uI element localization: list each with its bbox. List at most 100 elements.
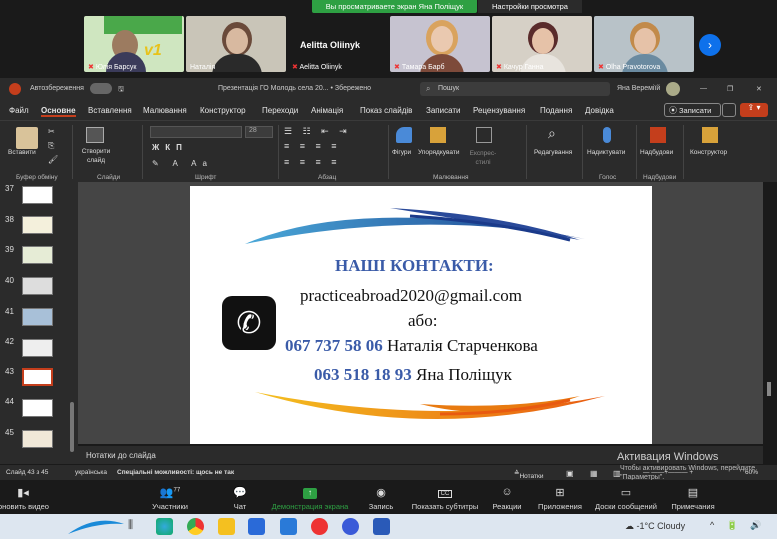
document-title[interactable]: Презентація ГО Молодь села 20... • Збере… bbox=[218, 85, 371, 92]
slide-thumbnail[interactable] bbox=[22, 339, 53, 357]
editing-button[interactable]: Редагування bbox=[534, 149, 572, 156]
arrange-icon[interactable] bbox=[430, 127, 446, 143]
font-size-select[interactable]: 28 bbox=[245, 126, 273, 138]
tab-file[interactable]: Файл bbox=[9, 106, 29, 115]
paste-button[interactable]: Вставити bbox=[8, 149, 36, 156]
notes-button[interactable]: ▤ Примечания bbox=[668, 486, 718, 511]
font-name-select[interactable] bbox=[150, 126, 242, 138]
designer-button[interactable]: Конструктор bbox=[690, 149, 727, 156]
slide-thumbnail[interactable] bbox=[22, 308, 53, 326]
notes-toggle[interactable]: ≙ Нотатки bbox=[514, 469, 543, 480]
share-screen-button[interactable]: ↑ Демонстрация экрана bbox=[268, 486, 352, 511]
bullets-icons[interactable]: ☰ ☷ ⇤ ⇥ bbox=[284, 126, 351, 137]
tab-transitions[interactable]: Переходи bbox=[262, 106, 298, 115]
accessibility-status[interactable]: Спеціальні можливості: щось не так bbox=[117, 469, 234, 476]
view-settings-button[interactable]: Настройки просмотра bbox=[478, 0, 582, 13]
word-icon[interactable] bbox=[373, 518, 390, 535]
chrome-icon[interactable] bbox=[187, 518, 204, 535]
language-indicator[interactable]: українська bbox=[75, 469, 107, 476]
quick-styles-icon[interactable] bbox=[476, 127, 492, 143]
video-tile-4[interactable]: ✖ Тамара Барб bbox=[390, 16, 490, 72]
tab-insert[interactable]: Вставлення bbox=[88, 106, 132, 115]
share-button[interactable]: ⇪ ▾ bbox=[740, 103, 768, 117]
video-tile-3[interactable]: Aelitta Oliinyk ✖ Aelitta Oliinyk bbox=[288, 16, 388, 72]
minimize-icon[interactable]: — bbox=[700, 85, 707, 92]
save-icon[interactable]: 🖫 bbox=[118, 85, 124, 96]
avatar[interactable] bbox=[666, 82, 680, 96]
captions-button[interactable]: CC Показать субтитры bbox=[408, 486, 482, 511]
tab-record[interactable]: Записати bbox=[426, 106, 461, 115]
normal-view-icon[interactable]: ▣ bbox=[566, 469, 574, 478]
participants-button[interactable]: 👥77 Участники bbox=[148, 486, 192, 511]
tab-view[interactable]: Подання bbox=[540, 106, 572, 115]
video-button[interactable]: ▮◂ оновить видео bbox=[0, 486, 49, 511]
quick-styles-button[interactable]: Експрес-стилі bbox=[468, 149, 498, 167]
tab-slideshow[interactable]: Показ слайдів bbox=[360, 106, 412, 115]
tab-design[interactable]: Конструктор bbox=[200, 106, 246, 115]
apps-button[interactable]: ⊞ Приложения bbox=[535, 486, 585, 511]
canvas-scrollbar[interactable] bbox=[767, 382, 771, 396]
close-icon[interactable]: ✕ bbox=[756, 85, 762, 93]
microphone-icon[interactable] bbox=[603, 127, 611, 143]
slide-thumbnail[interactable] bbox=[22, 430, 53, 448]
weather-widget[interactable]: ☁ -1°C Cloudy bbox=[625, 521, 685, 532]
record-button[interactable]: ⦿ Записати bbox=[664, 103, 721, 117]
system-tray-icons[interactable]: ^ 🔋 🔊 bbox=[710, 520, 767, 531]
store-icon[interactable] bbox=[248, 518, 265, 535]
new-slide-button[interactable]: Створити слайд bbox=[80, 147, 112, 165]
addins-icon[interactable] bbox=[650, 127, 666, 143]
font-format-icons[interactable]: ЖКП bbox=[152, 143, 188, 152]
addins-button[interactable]: Надбудови bbox=[640, 149, 673, 156]
sorter-view-icon[interactable]: ▦ bbox=[590, 469, 598, 478]
search-box[interactable]: ⌕ Пошук bbox=[420, 82, 610, 96]
task-view-icon[interactable]: ⫼ bbox=[128, 519, 133, 532]
copy-icon[interactable]: ⎘ bbox=[48, 141, 54, 151]
editing-search-icon[interactable]: ⌕ bbox=[548, 125, 556, 142]
user-name[interactable]: Яна Вереміїй bbox=[617, 85, 660, 92]
thumbnail-scrollbar[interactable] bbox=[70, 402, 74, 452]
shapes-icon[interactable] bbox=[396, 127, 412, 143]
new-slide-icon[interactable] bbox=[86, 127, 104, 143]
slide-thumbnail[interactable] bbox=[22, 216, 53, 234]
ppt-title-bar: Автозбереження 🖫 Презентація ГО Молодь с… bbox=[0, 78, 777, 100]
tab-help[interactable]: Довідка bbox=[585, 106, 614, 115]
video-tile-2[interactable]: Наталія bbox=[186, 16, 286, 72]
opera-icon[interactable] bbox=[311, 518, 328, 535]
autosave-toggle[interactable] bbox=[90, 83, 112, 94]
edge-icon[interactable] bbox=[156, 518, 173, 535]
tab-home[interactable]: Основне bbox=[41, 106, 76, 117]
video-tile-5[interactable]: ✖ Качур Ганна bbox=[492, 16, 592, 72]
comments-button[interactable] bbox=[722, 103, 736, 117]
cut-icon[interactable]: ✂ bbox=[48, 127, 55, 136]
restore-icon[interactable]: ❐ bbox=[727, 85, 733, 93]
slide-thumbnail-selected[interactable] bbox=[22, 368, 53, 386]
record-meeting-button[interactable]: ◉ Запись bbox=[366, 486, 396, 511]
mail-icon[interactable] bbox=[280, 518, 297, 535]
tab-animations[interactable]: Анімація bbox=[311, 106, 343, 115]
paragraph-icons[interactable]: ≡ ≡ ≡ ≡ bbox=[284, 157, 341, 167]
chat-button[interactable]: 💬 Чат bbox=[228, 486, 252, 511]
zoom-icon[interactable] bbox=[342, 518, 359, 535]
video-tile-6[interactable]: ✖ Olha Pravotorova bbox=[594, 16, 694, 72]
slide-thumbnail[interactable] bbox=[22, 277, 53, 295]
file-explorer-icon[interactable] bbox=[218, 518, 235, 535]
slide-thumbnail[interactable] bbox=[22, 186, 53, 204]
slide[interactable]: НАШІ КОНТАКТИ: ✆ practiceabroad2020@gmai… bbox=[190, 186, 652, 444]
tab-review[interactable]: Рецензування bbox=[473, 106, 525, 115]
slide-thumbnail[interactable] bbox=[22, 399, 53, 417]
paste-icon[interactable] bbox=[16, 127, 38, 149]
arrange-button[interactable]: Упорядкувати bbox=[418, 149, 459, 156]
align-icons[interactable]: ≡ ≡ ≡ ≡ bbox=[284, 141, 341, 151]
format-painter-icon[interactable]: 🖌 bbox=[48, 155, 58, 164]
tab-draw[interactable]: Малювання bbox=[143, 106, 187, 115]
font-color-icons[interactable]: ✎ A Aa bbox=[152, 159, 213, 168]
designer-icon[interactable] bbox=[702, 127, 718, 143]
slide-thumbnail[interactable] bbox=[22, 246, 53, 264]
next-page-arrow-icon[interactable]: › bbox=[699, 34, 721, 56]
reactions-button[interactable]: ☺ Реакции bbox=[490, 486, 524, 511]
whiteboards-button[interactable]: ▭ Доски сообщений bbox=[592, 486, 660, 511]
shapes-button[interactable]: Фігури bbox=[392, 149, 411, 156]
dictate-button[interactable]: Надиктувати bbox=[587, 149, 625, 156]
video-tile-1[interactable]: v1 ✖ Юлія Барсук bbox=[84, 16, 184, 72]
participant-face bbox=[431, 26, 453, 52]
